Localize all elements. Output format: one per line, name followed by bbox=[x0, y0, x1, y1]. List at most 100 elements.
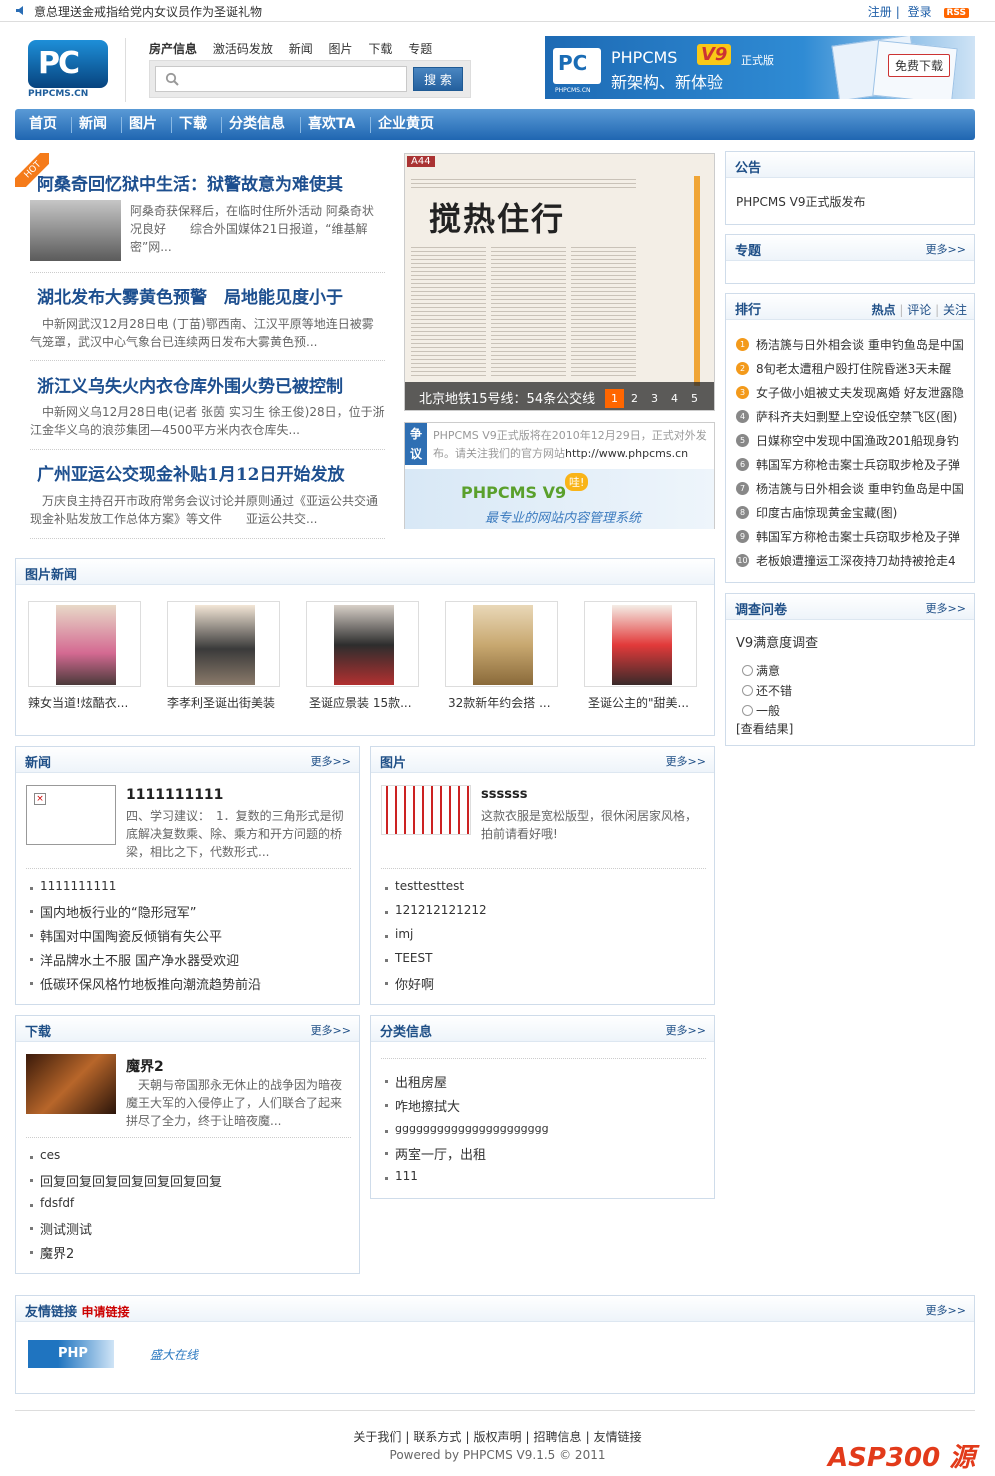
nav-item-downloads[interactable]: 下载 bbox=[179, 109, 207, 140]
survey-more-link[interactable]: 更多>> bbox=[926, 600, 966, 616]
category-link[interactable]: 激活码发放 bbox=[213, 42, 273, 56]
picture-thumb[interactable] bbox=[167, 601, 280, 687]
search-input[interactable] bbox=[155, 66, 407, 92]
category-link[interactable]: 房产信息 bbox=[149, 42, 197, 56]
scrolling-headline[interactable]: 意总理送金戒指给党内女议员作为圣诞礼物 bbox=[34, 3, 262, 20]
nav-item-yellow-pages[interactable]: 企业黄页 bbox=[378, 109, 434, 140]
list-item[interactable]: 1111111111 bbox=[29, 879, 116, 893]
pictures-feature-thumb[interactable] bbox=[381, 785, 471, 835]
list-item[interactable]: 洋品牌水土不服 国产净水器受欢迎 bbox=[29, 950, 239, 969]
friend-logo-shengda[interactable]: 盛大在线 bbox=[150, 1346, 198, 1363]
list-item[interactable]: 魔界2 bbox=[29, 1243, 74, 1262]
classified-more-link[interactable]: 更多>> bbox=[666, 1022, 706, 1038]
category-link[interactable]: 新闻 bbox=[289, 42, 313, 56]
picture-caption[interactable]: 32款新年约会搭 ... bbox=[448, 694, 563, 711]
slide-page-1[interactable]: 1 bbox=[605, 389, 624, 408]
rank-item[interactable]: 萨科齐夫妇剽墅上空设低空禁飞区(图) bbox=[756, 408, 957, 425]
list-item[interactable]: 111 bbox=[385, 1169, 418, 1183]
login-link[interactable]: 登录 bbox=[908, 5, 932, 19]
pictures-more-link[interactable]: 更多>> bbox=[666, 753, 706, 769]
apply-link[interactable]: 申请链接 bbox=[82, 1305, 130, 1319]
list-item[interactable]: 国内地板行业的“隐形冠军” bbox=[29, 902, 196, 921]
headline-1[interactable]: 阿桑奇回忆狱中生活：狱警故意为难使其 bbox=[37, 170, 343, 195]
search-button[interactable]: 搜 索 bbox=[413, 67, 463, 91]
rss-icon[interactable]: RSS bbox=[943, 8, 969, 18]
pictures-feature-title[interactable]: ssssss bbox=[481, 787, 527, 802]
slide-page-2[interactable]: 2 bbox=[625, 389, 644, 408]
nav-item-home[interactable]: 首页 bbox=[29, 109, 57, 140]
rank-item[interactable]: 印度古庙惊现黄金宝藏(图) bbox=[756, 504, 897, 521]
nav-item-classified[interactable]: 分类信息 bbox=[229, 109, 285, 140]
list-item[interactable]: fdsfdf bbox=[29, 1196, 74, 1210]
headline-2[interactable]: 湖北发布大雾黄色预警 局地能见度小于 bbox=[37, 283, 343, 308]
slide-page-5[interactable]: 5 bbox=[685, 389, 704, 408]
headline-4[interactable]: 广州亚运公交现金补贴1月12日开始发放 bbox=[37, 460, 345, 485]
rank-tab-comments[interactable]: 评论 bbox=[907, 303, 931, 317]
category-link[interactable]: 图片 bbox=[329, 42, 353, 56]
list-item[interactable]: 韩国对中国陶瓷反倾销有失公平 bbox=[29, 926, 222, 945]
footer-link[interactable]: 招聘信息 bbox=[534, 1430, 582, 1444]
footer-link[interactable]: 联系方式 bbox=[413, 1430, 461, 1444]
rank-item[interactable]: 韩国军方称枪击案士兵窃取步枪及子弹 bbox=[756, 528, 960, 545]
footer-link[interactable]: 版权声明 bbox=[473, 1430, 521, 1444]
picture-caption[interactable]: 圣诞应景装 15款... bbox=[309, 694, 424, 711]
friend-links-more[interactable]: 更多>> bbox=[926, 1302, 966, 1318]
promo-banner[interactable]: PC PHPCMS.CN PHPCMS V9 正式版 新架构、新体验 免费下载 bbox=[545, 36, 975, 99]
category-link[interactable]: 下载 bbox=[368, 42, 392, 56]
rank-item[interactable]: 杨洁篪与日外相会谈 重申钓鱼岛是中国 bbox=[756, 480, 964, 497]
slide-page-3[interactable]: 3 bbox=[645, 389, 664, 408]
rank-item[interactable]: 8旬老太遭租户殴打住院昏迷3天未醒 bbox=[756, 360, 951, 377]
rank-item[interactable]: 老板娘遭撞运工深夜持刀劫持被抢走4 bbox=[756, 552, 956, 569]
list-item[interactable]: ces bbox=[29, 1148, 60, 1162]
rank-item[interactable]: 杨洁篪与日外相会谈 重申钓鱼岛是中国 bbox=[756, 336, 964, 353]
headline-thumbnail[interactable] bbox=[30, 200, 121, 261]
picture-caption[interactable]: 辣女当道!炫酷衣... bbox=[28, 694, 143, 711]
notice-item[interactable]: PHPCMS V9正式版发布 bbox=[736, 193, 866, 210]
picture-thumb[interactable] bbox=[445, 601, 558, 687]
picture-thumb[interactable] bbox=[28, 601, 141, 687]
survey-option[interactable]: 还不错 bbox=[742, 682, 792, 699]
list-item[interactable]: 回复回复回复回复回复回复回复 bbox=[29, 1171, 222, 1190]
free-download-button[interactable]: 免费下载 bbox=[888, 54, 951, 77]
list-item[interactable]: 出租房屋 bbox=[384, 1072, 447, 1091]
list-item[interactable]: 你好啊 bbox=[384, 974, 434, 993]
rank-item[interactable]: 日媒称空中发现中国渔政201船现身钓 bbox=[756, 432, 959, 449]
nav-item-pictures[interactable]: 图片 bbox=[129, 109, 157, 140]
list-item[interactable]: 121212121212 bbox=[385, 903, 487, 917]
survey-results-link[interactable]: [查看结果] bbox=[736, 720, 793, 737]
downloads-feature-thumb[interactable] bbox=[26, 1054, 116, 1114]
nav-item-like-ta[interactable]: 喜欢TA bbox=[308, 109, 355, 140]
list-item[interactable]: testtesttest bbox=[384, 879, 464, 893]
category-link[interactable]: 专题 bbox=[408, 42, 432, 56]
news-more-link[interactable]: 更多>> bbox=[311, 753, 351, 769]
picture-thumb[interactable] bbox=[306, 601, 419, 687]
downloads-more-link[interactable]: 更多>> bbox=[311, 1022, 351, 1038]
footer-link[interactable]: 关于我们 bbox=[353, 1430, 401, 1444]
picture-caption[interactable]: 圣诞公主的"甜美... bbox=[588, 694, 703, 711]
footer-link[interactable]: 友情链接 bbox=[594, 1430, 642, 1444]
rank-item[interactable]: 女子做小姐被丈夫发现离婚 好友泄露隐 bbox=[756, 384, 964, 401]
list-item[interactable]: 咋地擦拭大 bbox=[384, 1096, 460, 1115]
broken-image-icon[interactable]: × bbox=[26, 785, 116, 845]
nav-item-news[interactable]: 新闻 bbox=[79, 109, 107, 140]
image-slideshow[interactable]: A44 搅热住行 北京地铁15号线：54条公交线 12345 bbox=[404, 153, 715, 411]
debate-banner[interactable]: PHPCMS V9 哇! 最专业的网站内容管理系统 bbox=[405, 469, 714, 529]
special-more-link[interactable]: 更多>> bbox=[926, 241, 966, 257]
slide-page-4[interactable]: 4 bbox=[665, 389, 684, 408]
rank-tab-hot[interactable]: 热点 bbox=[872, 303, 896, 317]
slide-caption[interactable]: 北京地铁15号线：54条公交线 bbox=[419, 388, 595, 407]
rank-tab-follow[interactable]: 关注 bbox=[943, 303, 967, 317]
survey-option[interactable]: 一般 bbox=[742, 702, 780, 719]
list-item[interactable]: 测试测试 bbox=[29, 1219, 92, 1238]
survey-option[interactable]: 满意 bbox=[742, 662, 780, 679]
list-item[interactable]: 低碳环保风格竹地板推向潮流趋势前沿 bbox=[29, 974, 261, 993]
friend-logo-phpcms[interactable]: PHP bbox=[28, 1340, 114, 1368]
rank-item[interactable]: 韩国军方称枪击案士兵窃取步枪及子弹 bbox=[756, 456, 960, 473]
debate-text[interactable]: PHPCMS V9正式版将在2010年12月29日，正式对外发布。请关注我们的官… bbox=[433, 427, 709, 463]
site-logo[interactable]: PC bbox=[28, 40, 108, 88]
list-item[interactable]: gggggggggggggggggggggg bbox=[385, 1122, 549, 1135]
list-item[interactable]: 两室一厅，出租 bbox=[384, 1144, 486, 1163]
register-link[interactable]: 注册 bbox=[868, 5, 892, 19]
picture-thumb[interactable] bbox=[584, 601, 697, 687]
news-feature-title[interactable]: 1111111111 bbox=[126, 787, 223, 803]
